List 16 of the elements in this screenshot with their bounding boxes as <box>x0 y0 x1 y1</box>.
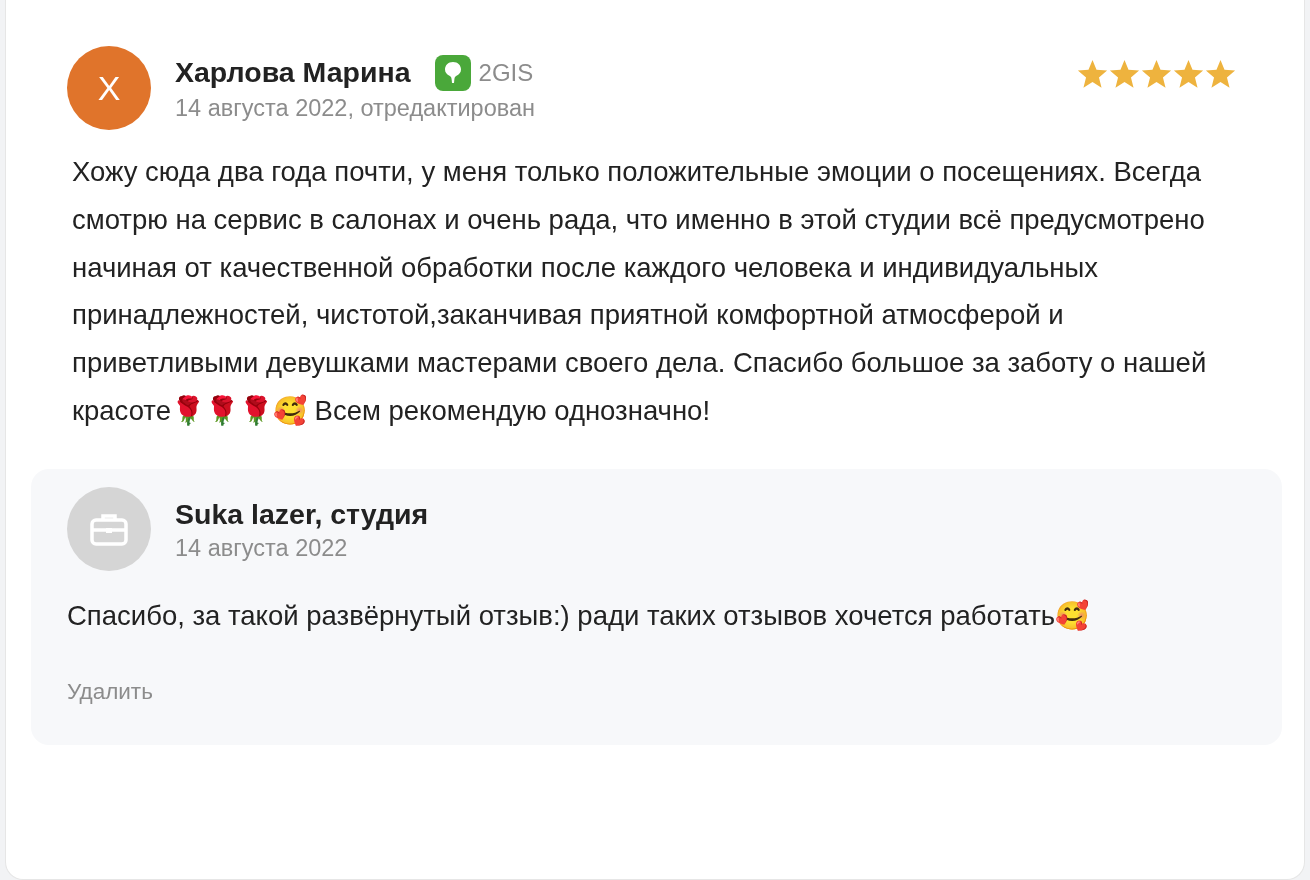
company-name: Suka lazer, студия <box>175 497 429 531</box>
source-label: 2GIS <box>478 58 534 87</box>
review-text: Хожу сюда два года почти, у меня только положительные эмоции о посещениях. Всегда смотрю на сервис в салонах и очень рада, что именно в этой студии всё предусмотрено начиная от качественной обработки после каждого человека и индивидуальных принадлежностей, чистотой,заканчивая приятной комфортной атмосферой и приветливыми девушками мастерами своего дела. Спасибо большое за заботу о нашей красоте🌹🌹🌹🥰 Всем рекомендую однозначно! <box>71 155 1208 428</box>
star-icon <box>1077 58 1108 89</box>
delete-link[interactable]: Удалить <box>67 678 153 705</box>
author-name: Харлова Марина <box>175 56 411 89</box>
review-date: 14 августа 2022, отредактирован <box>175 94 537 122</box>
briefcase-icon <box>89 511 129 546</box>
star-icon <box>1109 58 1140 89</box>
star-icon <box>1141 58 1172 89</box>
source-logo-icon <box>434 54 471 91</box>
reply-date: 14 августа 2022 <box>175 534 349 562</box>
star-icon <box>1205 58 1236 89</box>
star-icon <box>1173 58 1204 89</box>
avatar: Х <box>67 46 151 130</box>
reply-text: Спасибо, за такой развёрнутый отзыв:) ради таких отзывов хочется работать🥰 <box>67 598 1091 633</box>
